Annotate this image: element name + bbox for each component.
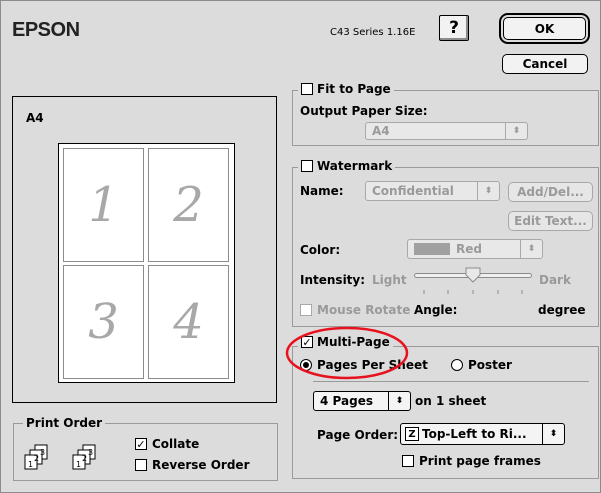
- print-page-frames-checkbox[interactable]: Print page frames: [402, 454, 541, 468]
- pages-count-value: 4 Pages: [320, 394, 373, 408]
- watermark-checkbox[interactable]: Watermark: [298, 158, 396, 174]
- watermark-color-select[interactable]: Red ⬍: [407, 239, 543, 259]
- degree-label: degree: [538, 303, 586, 317]
- mouse-rotate-checkbox[interactable]: Mouse Rotate: [300, 303, 410, 317]
- page-order-value: Top-Left to Ri...: [422, 427, 527, 441]
- watermark-color-label: Color:: [300, 243, 341, 257]
- ok-button[interactable]: OK: [503, 17, 586, 40]
- mouse-rotate-label: Mouse Rotate: [317, 303, 411, 317]
- poster-radio[interactable]: Poster: [451, 358, 512, 372]
- slider-thumb[interactable]: [465, 267, 481, 283]
- svg-text:2: 2: [34, 454, 39, 463]
- print-page-frames-box: [402, 455, 414, 467]
- edit-text-button[interactable]: Edit Text...: [508, 211, 593, 231]
- svg-text:2: 2: [82, 454, 87, 463]
- fit-to-page-checkbox[interactable]: Fit to Page: [298, 81, 394, 97]
- cancel-button[interactable]: Cancel: [502, 54, 588, 74]
- preview-sheet: 1 2 3 4: [58, 143, 235, 383]
- page-order-select[interactable]: Z Top-Left to Ri... ⬍: [400, 423, 565, 445]
- radio-unselected-icon: [451, 359, 463, 371]
- poster-label: Poster: [468, 358, 512, 372]
- updown-arrow-icon: ⬍: [520, 240, 542, 258]
- highlight-ellipse: [285, 326, 409, 380]
- pages-count-select[interactable]: 4 Pages ⬍: [313, 391, 411, 411]
- updown-arrow-icon: ⬍: [542, 424, 564, 444]
- collate-label: Collate: [152, 437, 200, 451]
- paper-size-label: A4: [26, 111, 44, 125]
- output-paper-size-select[interactable]: A4 ⬍: [365, 122, 528, 140]
- svg-text:1: 1: [28, 460, 33, 469]
- svg-text:1: 1: [76, 460, 81, 469]
- updown-arrow-icon: ⬍: [505, 123, 527, 139]
- preview-page-4: 4: [148, 265, 229, 379]
- updown-arrow-icon: ⬍: [477, 182, 499, 200]
- add-del-button[interactable]: Add/Del...: [508, 182, 593, 202]
- mouse-rotate-box: [300, 304, 312, 316]
- version-label: C43 Series 1.16E: [330, 27, 416, 38]
- preview-page-1: 1: [63, 148, 144, 262]
- intensity-dark-label: Dark: [539, 273, 571, 287]
- on-sheet-label: on 1 sheet: [415, 394, 487, 408]
- reverse-order-box: [135, 459, 147, 471]
- z-order-icon: Z: [405, 427, 419, 441]
- updown-arrow-icon: ⬍: [388, 392, 410, 410]
- print-dialog: EPSON C43 Series 1.16E ? OK Cancel A4 1 …: [0, 0, 601, 493]
- reverse-order-label: Reverse Order: [152, 458, 250, 472]
- watermark-name-select[interactable]: Confidential ⬍: [365, 181, 500, 201]
- preview-page-3: 3: [63, 265, 144, 379]
- collate-checkbox[interactable]: ✓ Collate: [135, 437, 199, 451]
- help-button[interactable]: ?: [439, 15, 469, 41]
- output-paper-size-label: Output Paper Size:: [300, 104, 428, 118]
- help-icon: ?: [449, 18, 459, 38]
- collate-check-icon: ✓: [135, 437, 147, 451]
- slider-ticks: [414, 283, 532, 294]
- preview-page-2: 2: [148, 148, 229, 262]
- print-order-title: Print Order: [23, 415, 106, 431]
- svg-text:3: 3: [40, 448, 45, 457]
- watermark-color-value: Red: [456, 242, 482, 256]
- fit-to-page-box: [301, 83, 313, 95]
- svg-text:3: 3: [88, 448, 93, 457]
- angle-label: Angle:: [414, 303, 458, 317]
- brand-logo: EPSON: [12, 19, 80, 41]
- watermark-name-label: Name:: [300, 184, 344, 198]
- reverse-order-checkbox[interactable]: Reverse Order: [135, 458, 249, 472]
- collate-pages-icon: 123 123: [21, 443, 121, 474]
- watermark-label: Watermark: [317, 159, 393, 173]
- watermark-box: [301, 160, 313, 172]
- intensity-label: Intensity:: [300, 273, 366, 287]
- intensity-slider[interactable]: [414, 267, 532, 294]
- watermark-name-value: Confidential: [372, 184, 454, 198]
- print-page-frames-label: Print page frames: [419, 454, 541, 468]
- output-paper-size-value: A4: [372, 124, 390, 138]
- layout-preview: A4 1 2 3 4: [12, 96, 277, 403]
- intensity-light-label: Light: [372, 273, 407, 287]
- fit-to-page-label: Fit to Page: [317, 82, 391, 96]
- page-order-label: Page Order:: [317, 428, 399, 442]
- color-swatch: [414, 243, 450, 255]
